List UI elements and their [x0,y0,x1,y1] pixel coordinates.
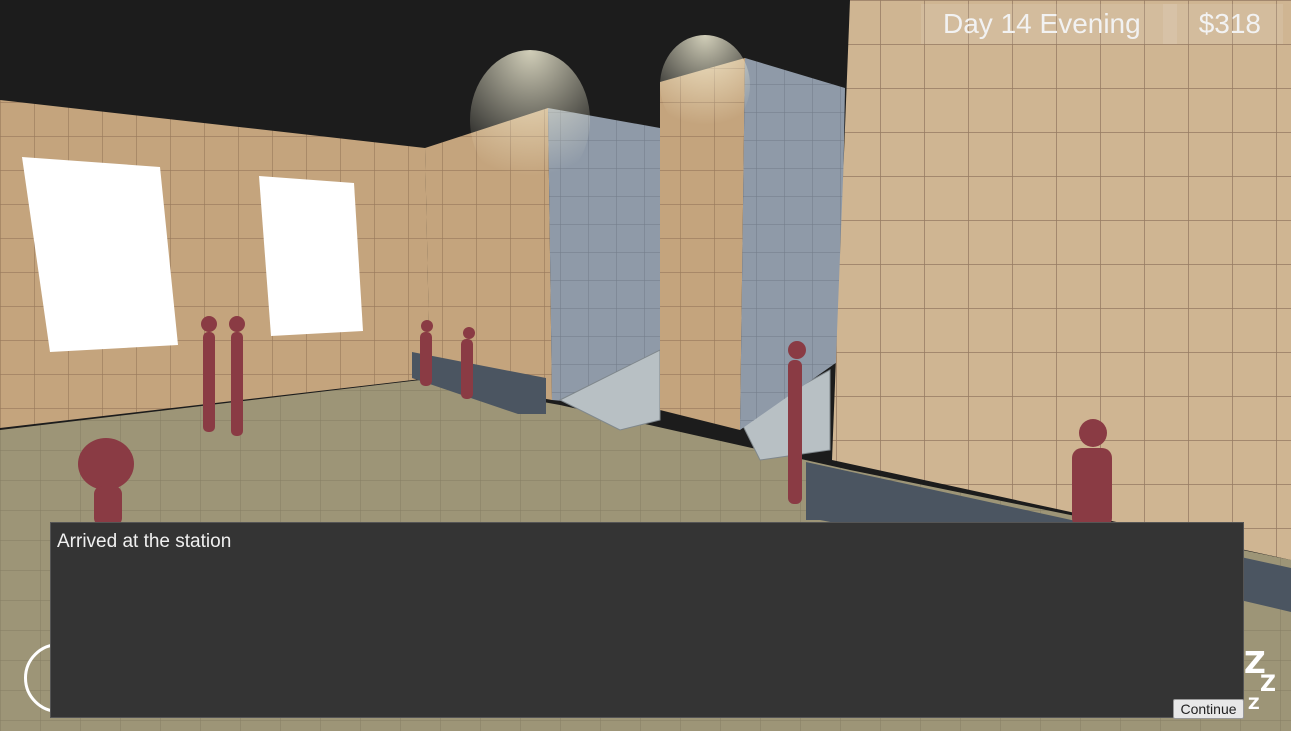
dialog-box: Arrived at the station [50,522,1244,718]
continue-button[interactable]: Continue [1173,699,1244,719]
hud-divider [1162,4,1177,44]
day-time-label: Day 14 Evening [943,8,1141,39]
money-label: $318 [1198,8,1261,39]
game-viewport: Day 14 Evening $318 Arrived at the stati… [0,0,1291,731]
sleep-zzz-icon[interactable]: Z Z Z [1240,646,1280,716]
dialog-message: Arrived at the station [57,531,232,552]
status-bar: Day 14 Evening $318 [921,4,1283,44]
window-right [259,176,363,336]
